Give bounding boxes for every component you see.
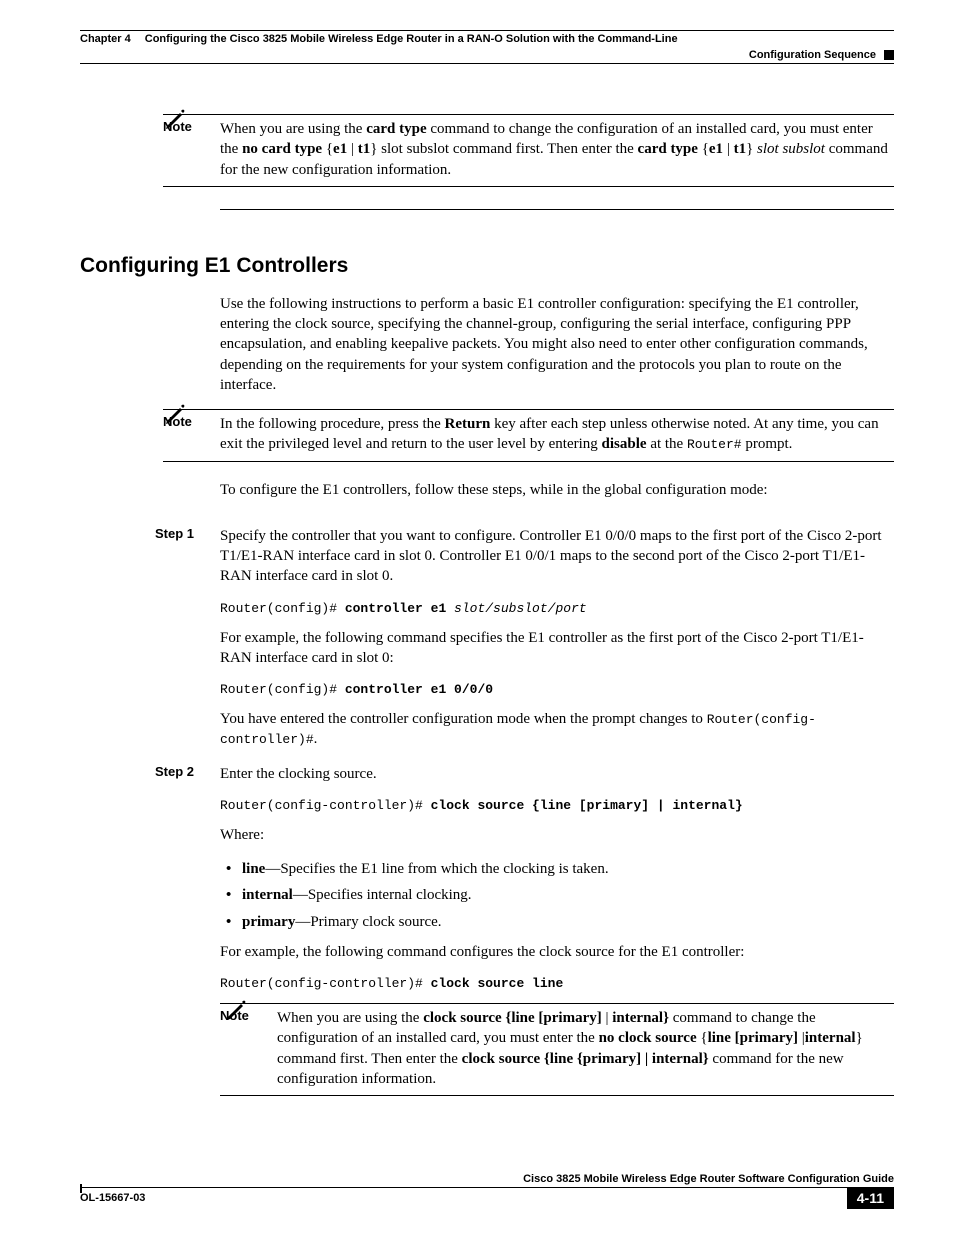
step2-para1: Enter the clocking source. <box>220 764 894 784</box>
section-header: Configuration Sequence <box>80 49 894 64</box>
step2-code2: Router(config-controller)# clock source … <box>220 976 894 991</box>
note-label: Note <box>163 414 192 429</box>
chapter-number: Chapter 4 <box>80 33 131 45</box>
footer-doc-number: OL-15667-03 <box>80 1188 145 1209</box>
step2-para2: For example, the following command confi… <box>220 942 894 962</box>
note-label: Note <box>220 1008 249 1023</box>
bullet-primary: primary—Primary clock source. <box>220 912 894 932</box>
step2-bullets: line—Specifies the E1 line from which th… <box>220 859 894 932</box>
step1-para2: For example, the following command speci… <box>220 628 894 669</box>
step2-code1: Router(config-controller)# clock source … <box>220 798 894 813</box>
lead-paragraph: To configure the E1 controllers, follow … <box>220 480 894 500</box>
step2-where: Where: <box>220 825 894 845</box>
chapter-title: Configuring the Cisco 3825 Mobile Wirele… <box>145 33 678 45</box>
section-divider <box>220 209 894 210</box>
step-label: Step 2 <box>155 764 194 779</box>
page-footer: Cisco 3825 Mobile Wireless Edge Router S… <box>80 1173 894 1209</box>
bullet-internal: internal—Specifies internal clocking. <box>220 885 894 905</box>
note-return-key: Note In the following procedure, press t… <box>163 409 894 462</box>
step-label: Step 1 <box>155 526 194 541</box>
page-number: 4-11 <box>847 1187 894 1209</box>
running-header: Chapter 4 Configuring the Cisco 3825 Mob… <box>80 33 894 45</box>
section-name: Configuration Sequence <box>749 49 876 61</box>
note-body: When you are using the card type command… <box>220 119 894 180</box>
footer-guide-title: Cisco 3825 Mobile Wireless Edge Router S… <box>523 1173 894 1185</box>
note-clock-source: Note When you are using the clock source… <box>220 1003 894 1096</box>
note-card-type: Note When you are using the card type co… <box>163 114 894 187</box>
header-marker <box>884 50 894 60</box>
step1-code1: Router(config)# controller e1 slot/subsl… <box>220 601 894 616</box>
step-2: Step 2 Enter the clocking source. Router… <box>220 764 894 1097</box>
section-heading: Configuring E1 Controllers <box>80 254 894 278</box>
step-1: Step 1 Specify the controller that you w… <box>220 526 894 750</box>
note-label: Note <box>163 119 192 134</box>
note-body: When you are using the clock source {lin… <box>277 1008 894 1089</box>
step1-code2: Router(config)# controller e1 0/0/0 <box>220 682 894 697</box>
note-body: In the following procedure, press the Re… <box>220 414 894 455</box>
intro-paragraph: Use the following instructions to perfor… <box>220 294 894 395</box>
footer-marker <box>80 1184 82 1193</box>
step1-para1: Specify the controller that you want to … <box>220 526 894 587</box>
step1-para3: You have entered the controller configur… <box>220 709 894 750</box>
bullet-line: line—Specifies the E1 line from which th… <box>220 859 894 879</box>
